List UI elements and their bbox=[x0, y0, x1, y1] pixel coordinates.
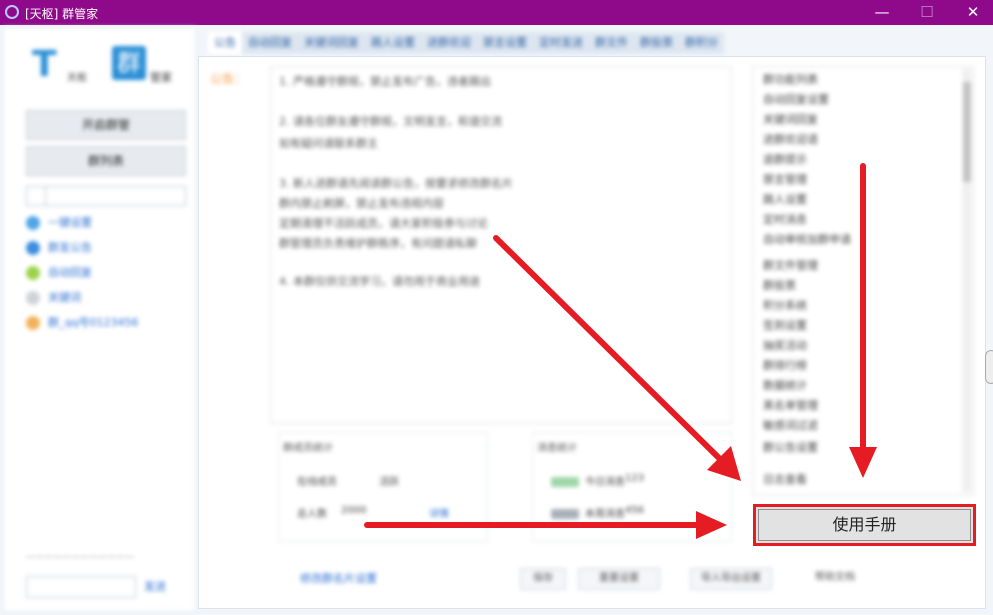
annotation-arrows bbox=[364, 163, 877, 539]
app-window: [天枢] 群管家 — ☐ ✕ T 天枢 群 管家 开启群管 群列表 一键设置 群… bbox=[0, 0, 993, 615]
horizontal-arrowhead-icon bbox=[696, 511, 727, 539]
diagonal-arrow-shaft bbox=[493, 235, 725, 464]
vertical-arrowhead-icon bbox=[849, 447, 877, 478]
